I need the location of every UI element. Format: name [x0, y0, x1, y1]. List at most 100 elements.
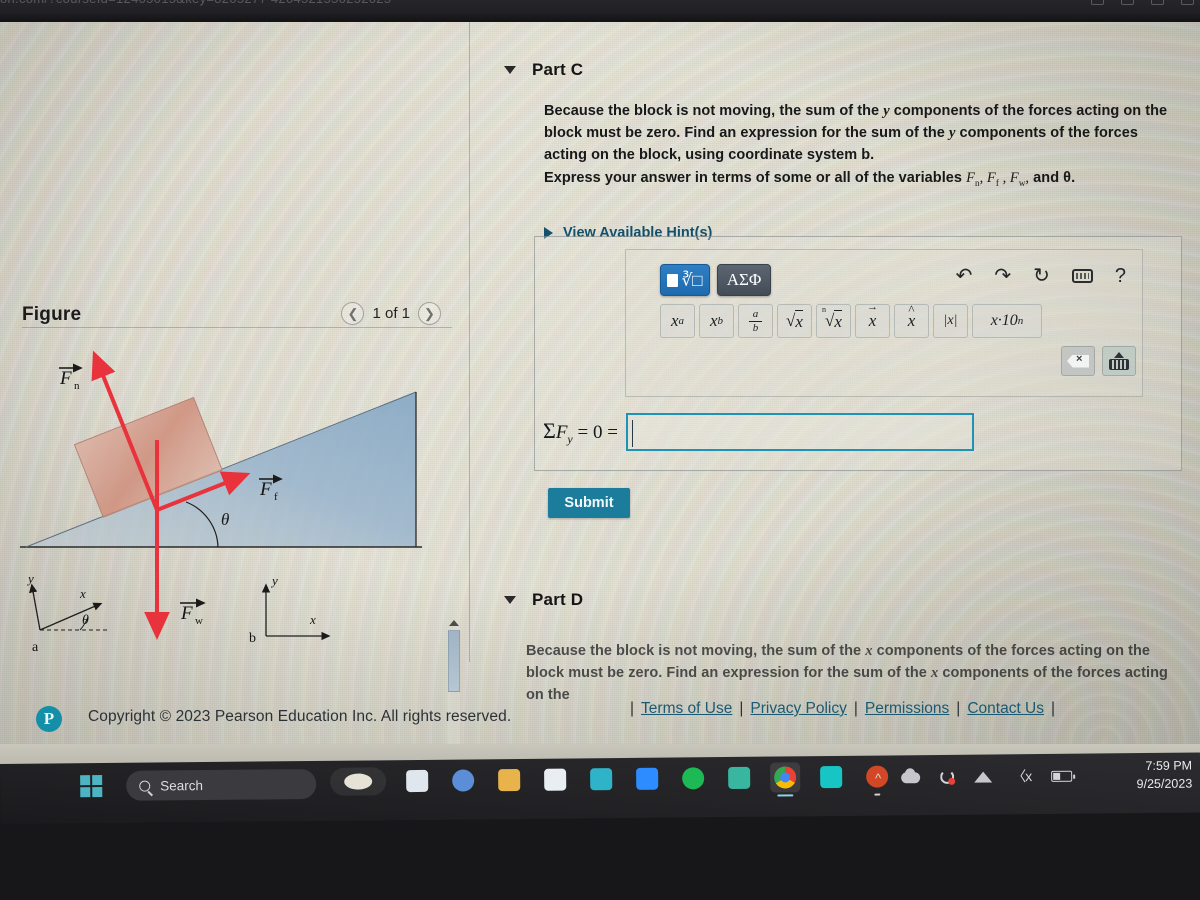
taskbar-clock[interactable]: 7:59 PM 9/25/2023: [1136, 757, 1193, 794]
reset-circular-arrow-icon[interactable]: ↻: [1033, 266, 1050, 286]
superscript-key[interactable]: xa: [660, 304, 695, 338]
privacy-policy-link[interactable]: Privacy Policy: [750, 700, 846, 718]
zoom-icon[interactable]: [632, 764, 662, 794]
part-c-express: Express your answer in terms of some or …: [544, 167, 1184, 191]
greek-symbols-button[interactable]: ΑΣΦ: [717, 264, 771, 296]
wifi-icon[interactable]: [974, 770, 993, 783]
ff-label: F: [259, 479, 272, 500]
caret-down-icon[interactable]: [504, 66, 516, 74]
play-store-icon[interactable]: [724, 763, 754, 793]
express-variables: Fn, Ff , Fw,: [966, 170, 1030, 188]
submit-button[interactable]: Submit: [548, 488, 630, 518]
clock-time: 7:59 PM: [1145, 758, 1193, 774]
math-toolbar-tools: ↶ ↷ ↻ ?: [956, 266, 1126, 286]
spotify-icon[interactable]: [678, 763, 708, 793]
figure-divider: [22, 327, 452, 328]
windows-start-icon[interactable]: [80, 775, 103, 798]
laptop-screen-photo: on.com/?courseId=12405015&key=8205277 42…: [0, 0, 1200, 900]
part-d-var-x1: x: [865, 643, 873, 659]
scroll-up-arrow-icon[interactable]: [449, 620, 459, 626]
microsoft-store-icon[interactable]: [540, 765, 570, 795]
permissions-link[interactable]: Permissions: [865, 700, 949, 718]
angle-theta-label: θ: [221, 510, 229, 529]
equation-label: ΣFy = 0 =: [543, 418, 618, 447]
battery-icon[interactable]: [1051, 770, 1073, 782]
backspace-button[interactable]: [1061, 346, 1095, 376]
answer-input[interactable]: [625, 413, 974, 451]
math-toolbar: ∛□ ΑΣΦ ↶ ↷ ↻ ? x a x b a b √ x n √ x x →…: [625, 249, 1143, 397]
mastering-physics-page: Figure ❮ 1 of 1 ❯ θ F n F f F w y x θ a …: [0, 22, 1200, 744]
caret-down-icon[interactable]: [504, 596, 516, 604]
chevron-right-icon[interactable]: ❯: [418, 302, 441, 325]
keyboard-toggle-button[interactable]: [1102, 346, 1136, 376]
express-suffix: and θ.: [1029, 170, 1076, 186]
part-d-text-1: Because the block is not moving, the sum…: [526, 643, 866, 659]
figure-counter: 1 of 1: [372, 305, 410, 322]
figure-header: Figure ❮ 1 of 1 ❯: [14, 302, 459, 342]
incline-block-diagram: θ F n F f F w y x θ a y x b: [18, 340, 438, 670]
help-icon[interactable]: ?: [1115, 266, 1126, 286]
part-d-text-3: must be zero. Find an expression for the…: [568, 665, 931, 682]
backspace-icon: [1067, 354, 1089, 368]
ff-sub: f: [274, 491, 278, 503]
math-toolbar-row-1: ∛□ ΑΣΦ ↶ ↷ ↻ ?: [660, 262, 1130, 298]
file-explorer-icon[interactable]: [494, 765, 524, 795]
footer-sep-0: |: [630, 700, 635, 717]
scientific-notation-key[interactable]: x·10 n: [972, 304, 1042, 338]
sticky-notes-icon[interactable]: [402, 766, 432, 796]
fraction-key[interactable]: ab: [738, 304, 773, 338]
unit-vector-key[interactable]: x: [894, 304, 929, 338]
search-icon: [139, 780, 151, 792]
sigma-glyph: Σ: [543, 417, 556, 443]
coordinate-system-a: y x θ a: [26, 571, 110, 655]
menu-icon[interactable]: [1181, 0, 1194, 5]
answer-box: ∛□ ΑΣΦ ↶ ↷ ↻ ? x a x b a b √ x n √ x x →…: [534, 236, 1182, 471]
fn-sub: n: [74, 380, 80, 392]
footer-sep-3: |: [956, 700, 961, 717]
subscript-key[interactable]: xb: [699, 304, 734, 338]
part-d-header[interactable]: Part D: [504, 590, 583, 610]
notes-app-icon[interactable]: [816, 762, 846, 792]
part-c-label: Part C: [532, 60, 584, 79]
chevron-up-icon[interactable]: ^: [875, 770, 881, 785]
part-d-label: Part D: [532, 590, 584, 609]
svg-text:x: x: [309, 612, 316, 627]
chevron-left-icon[interactable]: ❮: [341, 302, 365, 325]
text-caret: [631, 420, 633, 447]
figure-panel: Figure ❮ 1 of 1 ❯ θ F n F f F w y x θ a …: [0, 280, 470, 744]
template-placeholder-box: [667, 273, 679, 287]
mail-icon[interactable]: [586, 764, 616, 794]
redo-arrow-icon[interactable]: ↷: [994, 266, 1011, 286]
part-c-text-1: Because the block is not moving, the sum…: [544, 103, 884, 119]
svg-text:x: x: [79, 586, 86, 601]
terms-of-use-link[interactable]: Terms of Use: [641, 700, 732, 718]
equals-zero-equals: = 0 =: [572, 421, 618, 443]
contact-us-link[interactable]: Contact Us: [967, 700, 1044, 718]
express-prefix: Express your answer in terms of some or …: [544, 170, 967, 186]
undo-arrow-icon[interactable]: ↶: [956, 266, 973, 286]
teams-icon[interactable]: [448, 765, 478, 795]
pearson-logo: P: [36, 706, 62, 732]
diagram-svg: θ F n F f F w y x θ a y x b: [20, 350, 422, 655]
extensions-icon[interactable]: [1121, 0, 1134, 5]
coord-a-label: a: [32, 640, 39, 655]
vector-key[interactable]: x: [855, 304, 890, 338]
chrome-icon[interactable]: [770, 762, 801, 793]
bookmark-icon[interactable]: [1091, 0, 1104, 5]
keyboard-icon[interactable]: [1071, 269, 1093, 283]
soup-bowl-widget[interactable]: [330, 767, 387, 796]
square-root-key[interactable]: √ x: [777, 304, 812, 338]
part-c-header[interactable]: Part C: [504, 60, 583, 80]
volume-muted-icon[interactable]: 〈x: [1012, 766, 1031, 786]
footer-sep-2: |: [853, 700, 858, 717]
sync-icon[interactable]: [940, 769, 956, 785]
square-root-template-button[interactable]: ∛□: [660, 264, 710, 296]
cloud-icon[interactable]: [901, 771, 921, 783]
profile-icon[interactable]: [1151, 0, 1164, 5]
url-bar-text[interactable]: on.com/?courseId=12405015&key=8205277 42…: [0, 0, 391, 6]
coord-b-label: b: [249, 631, 256, 646]
taskbar-search[interactable]: Search: [126, 768, 317, 801]
fw-sub: w: [195, 615, 203, 627]
absolute-value-key[interactable]: |x|: [933, 304, 968, 338]
nth-root-key[interactable]: n √ x: [816, 304, 851, 338]
